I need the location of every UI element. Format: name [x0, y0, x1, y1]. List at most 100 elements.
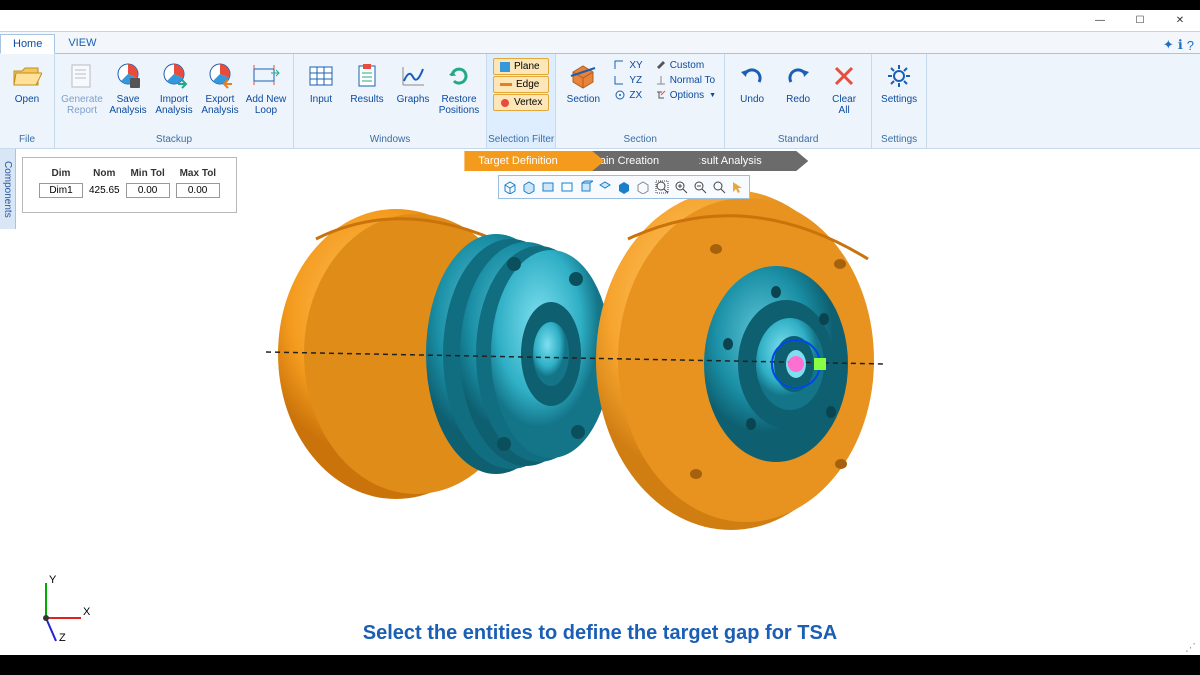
chevron-down-icon: ▼ — [709, 92, 716, 99]
export-analysis-button[interactable]: Export Analysis — [199, 58, 241, 116]
save-analysis-button[interactable]: Save Analysis — [107, 58, 149, 116]
redo-button[interactable]: Redo — [777, 58, 819, 105]
maximize-button[interactable]: ☐ — [1120, 10, 1160, 32]
filter-vertex-label: Vertex — [514, 97, 542, 108]
section-icon — [567, 60, 599, 92]
grid-icon — [305, 60, 337, 92]
close-button[interactable]: ✕ — [1160, 10, 1200, 32]
options-icon — [655, 89, 667, 101]
edge-swatch-icon — [500, 83, 512, 86]
app-window: — ☐ ✕ Home VIEW ✦ ℹ ? Open File — [0, 10, 1200, 655]
import-analysis-button[interactable]: Import Analysis — [153, 58, 195, 116]
filter-plane-button[interactable]: Plane — [493, 58, 549, 75]
minimize-button[interactable]: — — [1080, 10, 1120, 32]
section-yz-button[interactable]: YZ — [612, 73, 644, 87]
tab-target-definition[interactable]: Target Definition — [464, 151, 580, 171]
pie-import-icon — [158, 60, 190, 92]
zoom-out-button[interactable] — [691, 178, 709, 196]
graphs-button[interactable]: Graphs — [392, 58, 434, 105]
undo-button[interactable]: Undo — [731, 58, 773, 105]
ribbon-group-selection-filter-title: Selection Filter — [487, 132, 555, 148]
model-icon — [256, 164, 896, 564]
refresh-icon — [443, 60, 475, 92]
results-button[interactable]: Results — [346, 58, 388, 105]
filter-edge-button[interactable]: Edge — [493, 76, 549, 93]
add-new-loop-button[interactable]: Add New Loop — [245, 58, 287, 116]
section-zx-label: ZX — [629, 90, 642, 101]
chart-icon — [397, 60, 429, 92]
section-normal-to-button[interactable]: Normal To — [653, 73, 718, 87]
restore-positions-button[interactable]: Restore Positions — [438, 58, 480, 116]
plugin-icon[interactable]: ✦ — [1163, 37, 1174, 53]
ribbon-tabbar: Home VIEW ✦ ℹ ? — [0, 32, 1200, 54]
open-label: Open — [15, 94, 39, 105]
ribbon-group-stackup-title: Stackup — [55, 132, 293, 148]
pie-export-icon — [204, 60, 236, 92]
section-custom-button[interactable]: Custom — [653, 58, 718, 72]
filter-edge-label: Edge — [516, 79, 539, 90]
ribbon-group-stackup: Generate Report Save Analysis Import Ana… — [55, 54, 294, 148]
view-bottom-button[interactable] — [634, 178, 652, 196]
pie-disk-icon — [112, 60, 144, 92]
help-icon[interactable]: ? — [1187, 38, 1194, 53]
open-button[interactable]: Open — [6, 58, 48, 105]
view-right-button[interactable] — [596, 178, 614, 196]
undo-label: Undo — [740, 94, 764, 105]
view-iso-2-button[interactable] — [520, 178, 538, 196]
results-label: Results — [350, 94, 383, 105]
section-options-button[interactable]: Options ▼ — [653, 88, 718, 102]
save-analysis-label: Save Analysis — [109, 94, 146, 116]
instruction-text: Select the entities to define the target… — [363, 622, 838, 645]
info-icon[interactable]: ℹ — [1178, 37, 1183, 53]
input-button[interactable]: Input — [300, 58, 342, 105]
section-xy-button[interactable]: XY — [612, 58, 644, 72]
zoom-in-button[interactable] — [672, 178, 690, 196]
gear-icon — [883, 60, 915, 92]
generate-report-label: Generate Report — [61, 94, 103, 116]
axis-triad: X Y Z — [26, 573, 96, 643]
view-back-button[interactable] — [558, 178, 576, 196]
section-options-label: Options — [670, 90, 704, 101]
ribbon-group-settings: Settings Settings — [872, 54, 927, 148]
input-label: Input — [310, 94, 332, 105]
tab-view[interactable]: VIEW — [55, 33, 109, 53]
normal-to-icon — [655, 74, 667, 86]
section-normal-to-label: Normal To — [670, 75, 715, 86]
clear-all-label: Clear All — [832, 94, 856, 116]
plane-swatch-icon — [500, 62, 510, 72]
graphs-label: Graphs — [397, 94, 430, 105]
zoom-window-button[interactable] — [710, 178, 728, 196]
settings-button[interactable]: Settings — [878, 58, 920, 105]
generate-report-button: Generate Report — [61, 58, 103, 116]
view-left-button[interactable] — [577, 178, 595, 196]
redo-icon — [782, 60, 814, 92]
section-zx-button[interactable]: ZX — [612, 88, 644, 102]
ribbon-group-standard: Undo Redo Clear All Standard — [725, 54, 872, 148]
y-axis-label: Y — [49, 574, 57, 586]
select-cursor-button[interactable] — [729, 178, 747, 196]
redo-label: Redo — [786, 94, 810, 105]
section-custom-label: Custom — [670, 60, 704, 71]
custom-icon — [655, 59, 667, 71]
import-analysis-label: Import Analysis — [155, 94, 192, 116]
view-toolbar — [498, 175, 750, 199]
ribbon-group-windows: Input Results Graphs Restore Positions W… — [294, 54, 487, 148]
clear-all-button[interactable]: Clear All — [823, 58, 865, 116]
view-front-button[interactable] — [539, 178, 557, 196]
ribbon: Open File Generate Report Save Analysis … — [0, 54, 1200, 149]
view-iso-1-button[interactable] — [501, 178, 519, 196]
zoom-fit-button[interactable] — [653, 178, 671, 196]
titlebar: — ☐ ✕ — [0, 10, 1200, 32]
ribbon-group-file: Open File — [0, 54, 55, 148]
filter-vertex-button[interactable]: Vertex — [493, 94, 549, 111]
tab-home[interactable]: Home — [0, 34, 55, 54]
add-new-loop-label: Add New Loop — [246, 94, 287, 116]
folder-open-icon — [11, 60, 43, 92]
section-xy-label: XY — [629, 60, 642, 71]
z-axis-label: Z — [59, 632, 66, 643]
x-axis-label: X — [83, 606, 91, 618]
view-top-button[interactable] — [615, 178, 633, 196]
3d-viewport[interactable]: Target Definition Chain Creation Result … — [0, 149, 1200, 655]
section-button[interactable]: Section — [562, 58, 604, 105]
restore-positions-label: Restore Positions — [439, 94, 480, 116]
